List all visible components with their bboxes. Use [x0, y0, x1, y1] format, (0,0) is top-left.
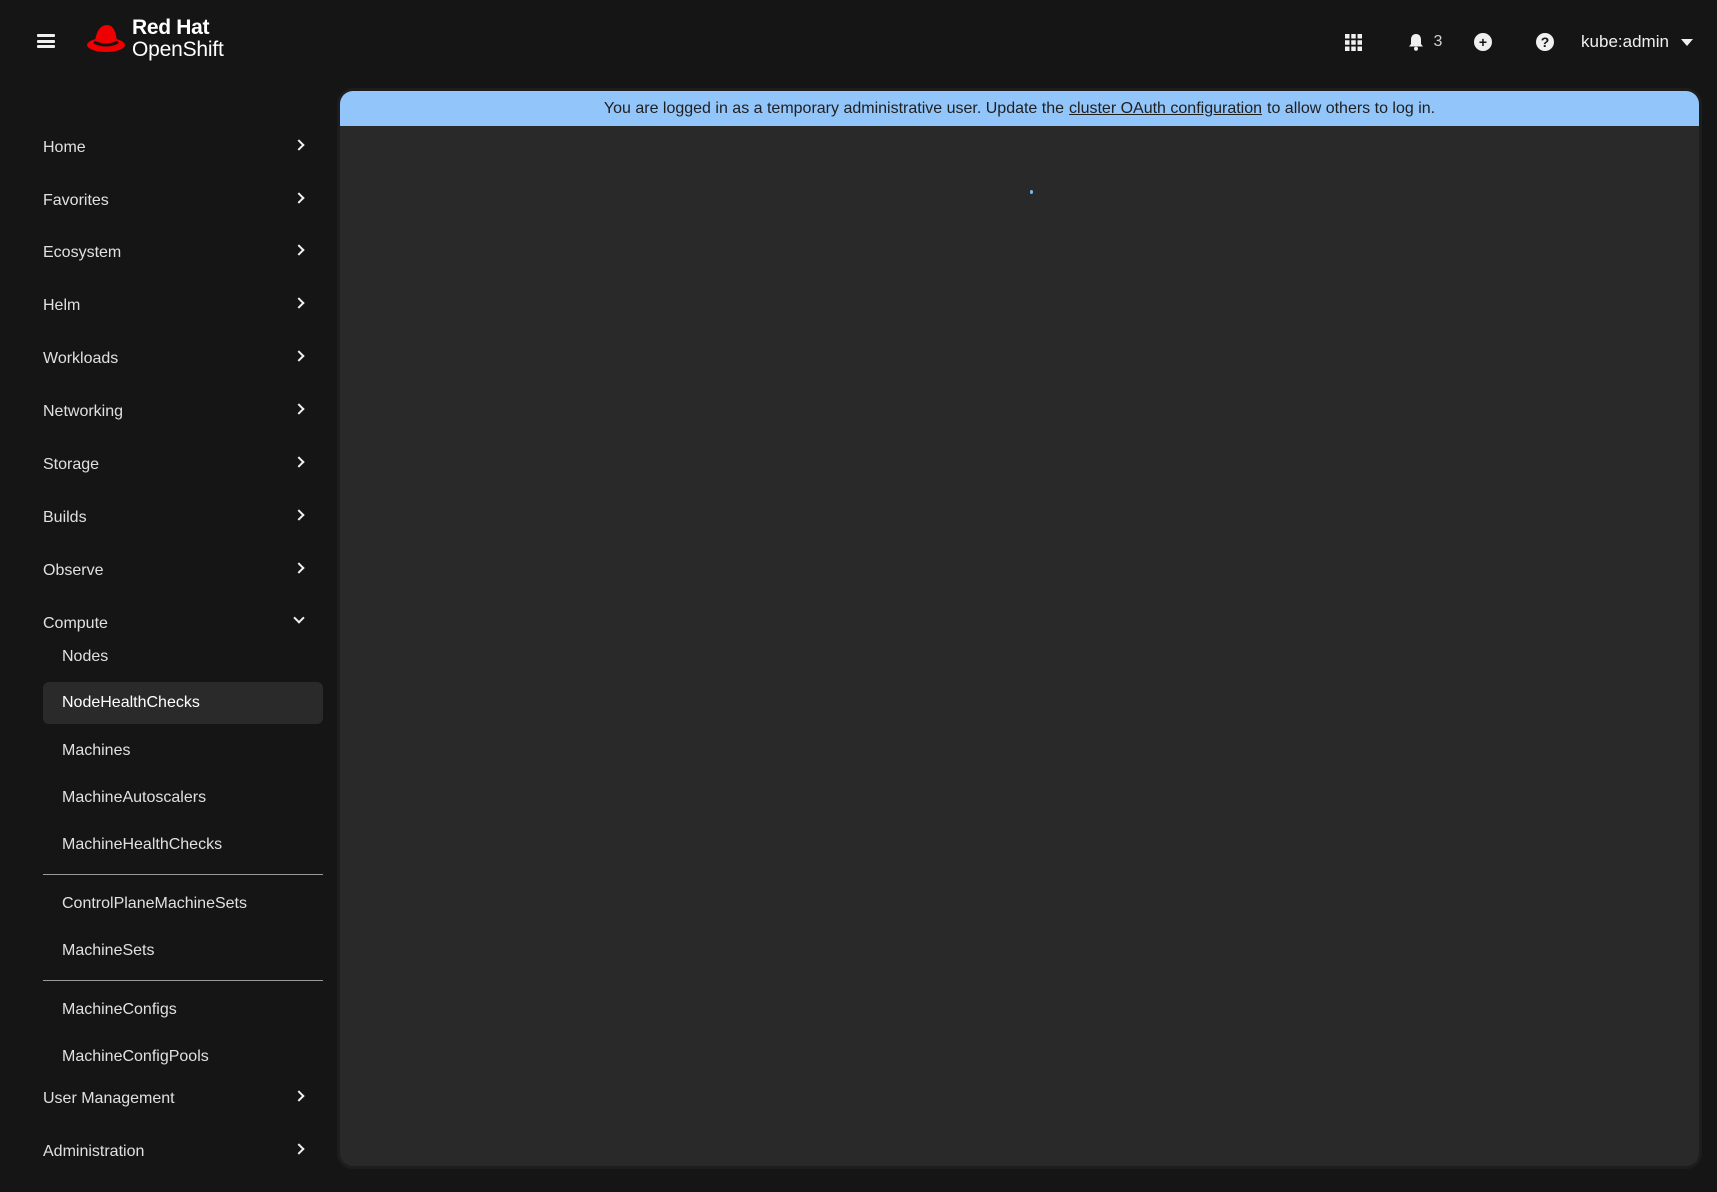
- brand-line2: OpenShift: [132, 37, 224, 61]
- chevron-right-icon: [293, 456, 305, 468]
- user-menu-button[interactable]: kube:admin: [1572, 22, 1702, 62]
- sidebar-item-label: Favorites: [43, 192, 109, 209]
- sidebar-subitem-label: MachineHealthChecks: [62, 836, 223, 853]
- sidebar-item-label: Networking: [43, 403, 124, 420]
- sidebar-item-workloads[interactable]: Workloads: [43, 339, 323, 379]
- sidebar-subitem-label: NodeHealthChecks: [62, 694, 200, 711]
- notifications-button[interactable]: 3: [1395, 22, 1455, 62]
- sidebar-subitem-label: Nodes: [62, 648, 109, 665]
- chevron-right-icon: [293, 403, 305, 415]
- help-button[interactable]: ?: [1525, 22, 1565, 62]
- plus-circle-icon: +: [1474, 33, 1492, 51]
- chevron-right-icon: [293, 1143, 305, 1155]
- chevron-right-icon: [293, 297, 305, 309]
- sidebar-subitem-machineconfigs[interactable]: MachineConfigs: [43, 989, 323, 1031]
- sidebar-divider: [43, 874, 323, 875]
- sidebar-item-builds[interactable]: Builds: [43, 498, 323, 538]
- sidebar-nav: Home Favorites Ecosystem Helm Workloads …: [0, 84, 336, 1192]
- sidebar-item-label: User Management: [43, 1090, 175, 1107]
- sidebar-item-label: Builds: [43, 509, 87, 526]
- sidebar-subitem-label: ControlPlaneMachineSets: [62, 895, 247, 912]
- sidebar-item-label: Helm: [43, 297, 81, 314]
- sidebar-item-storage[interactable]: Storage: [43, 445, 323, 485]
- sidebar-item-user-management[interactable]: User Management: [43, 1079, 323, 1119]
- quick-create-button[interactable]: +: [1463, 22, 1503, 62]
- sidebar-item-administration[interactable]: Administration: [43, 1132, 323, 1172]
- chevron-right-icon: [293, 509, 305, 521]
- sidebar-subitem-label: MachineSets: [62, 942, 155, 959]
- sidebar-item-home[interactable]: Home: [43, 128, 323, 168]
- sidebar-item-label: Observe: [43, 562, 104, 579]
- redhat-openshift-logo[interactable]: Red Hat OpenShift: [86, 14, 224, 62]
- sidebar-subitem-controlplanemachinesets[interactable]: ControlPlaneMachineSets: [43, 883, 323, 925]
- chevron-right-icon: [293, 139, 305, 151]
- sidebar-subitem-label: Machines: [62, 742, 131, 759]
- chevron-right-icon: [293, 562, 305, 574]
- temporary-admin-banner: You are logged in as a temporary adminis…: [340, 91, 1699, 126]
- question-circle-icon: ?: [1536, 33, 1554, 51]
- sidebar-item-label: Ecosystem: [43, 244, 122, 261]
- sidebar-subitem-label: MachineConfigs: [62, 1001, 177, 1018]
- sidebar-item-ecosystem[interactable]: Ecosystem: [43, 233, 323, 273]
- sidebar-item-networking[interactable]: Networking: [43, 392, 323, 432]
- sidebar-subitem-label: MachineConfigPools: [62, 1048, 209, 1065]
- chevron-down-icon: [293, 612, 305, 624]
- chevron-right-icon: [293, 244, 305, 256]
- chevron-right-icon: [293, 192, 305, 204]
- sidebar-item-label: Compute: [43, 615, 108, 632]
- sidebar-item-favorites[interactable]: Favorites: [43, 181, 323, 221]
- banner-text-after: to allow others to log in.: [1267, 99, 1436, 117]
- banner-text-before: You are logged in as a temporary adminis…: [603, 99, 1065, 117]
- sidebar-subitem-nodehealthchecks[interactable]: NodeHealthChecks: [43, 682, 323, 724]
- redhat-hat-icon: [87, 25, 125, 52]
- app-launcher-button[interactable]: [1333, 22, 1373, 62]
- sidebar-item-helm[interactable]: Helm: [43, 286, 323, 326]
- bell-icon: [1408, 34, 1423, 51]
- notification-count: 3: [1433, 33, 1443, 50]
- hamburger-menu-icon[interactable]: [36, 31, 56, 51]
- sidebar-item-label: Home: [43, 139, 86, 156]
- chevron-right-icon: [293, 350, 305, 362]
- sidebar-subitem-machineautoscalers[interactable]: MachineAutoscalers: [43, 777, 323, 819]
- sidebar-subitem-machinehealthchecks[interactable]: MachineHealthChecks: [43, 824, 323, 866]
- caret-down-icon: [1680, 38, 1693, 46]
- sidebar-subitem-machinesets[interactable]: MachineSets: [43, 930, 323, 972]
- sidebar-item-label: Storage: [43, 456, 100, 473]
- sidebar-subitem-nodes[interactable]: Nodes: [43, 636, 323, 678]
- sidebar-divider: [43, 980, 323, 981]
- sidebar-subitem-machineconfigpools[interactable]: MachineConfigPools: [43, 1036, 323, 1078]
- brand-line1: Red Hat: [132, 15, 210, 39]
- loading-spinner: [1030, 190, 1033, 194]
- masthead: Red Hat OpenShift 3 + ? kube:admin: [0, 0, 1717, 84]
- sidebar-item-label: Administration: [43, 1143, 145, 1160]
- chevron-right-icon: [293, 1090, 305, 1102]
- user-name: kube:admin: [1581, 32, 1669, 51]
- sidebar-subitem-label: MachineAutoscalers: [62, 789, 207, 806]
- oauth-configuration-link[interactable]: cluster OAuth configuration: [1069, 100, 1262, 118]
- sidebar-subitem-machines[interactable]: Machines: [43, 730, 323, 772]
- sidebar-item-label: Workloads: [43, 350, 119, 367]
- sidebar-item-observe[interactable]: Observe: [43, 551, 323, 591]
- main-content: You are logged in as a temporary adminis…: [337, 88, 1702, 1169]
- grid-icon: [1344, 33, 1362, 51]
